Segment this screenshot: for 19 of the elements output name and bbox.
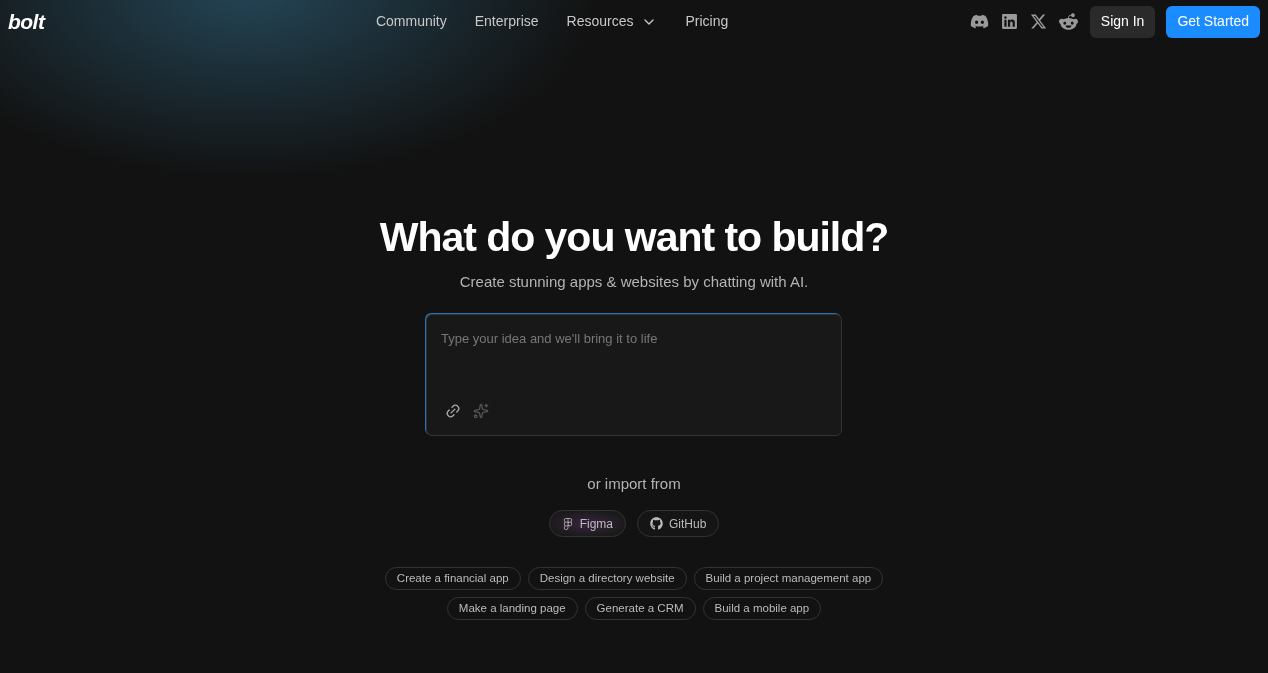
github-icon (650, 517, 663, 531)
import-button[interactable]: GitHub (637, 510, 720, 538)
discord-icon[interactable] (969, 12, 989, 31)
sign-in-button[interactable]: Sign In (1089, 5, 1156, 38)
sparkle-icon[interactable] (473, 402, 489, 419)
import-button[interactable]: Figma (548, 510, 626, 538)
page-heading: What do you want to build? (379, 213, 889, 262)
nav-link[interactable]: Pricing (685, 11, 729, 32)
import-label: or import from (587, 473, 681, 494)
x-icon[interactable] (1029, 13, 1047, 30)
nav-link[interactable]: Community (375, 11, 447, 32)
subheading: Create stunning apps & websites by chatting with AI. (459, 272, 809, 293)
logo[interactable]: bolt (8, 5, 45, 38)
prompt-input[interactable]: Type your idea and we'll bring it to life (441, 328, 827, 353)
reddit-icon[interactable] (1058, 12, 1078, 31)
figma-icon (561, 517, 574, 530)
nav-link[interactable]: Enterprise (474, 11, 539, 32)
linkedin-icon[interactable] (1000, 13, 1018, 30)
nav-link[interactable]: Resources (566, 11, 658, 32)
